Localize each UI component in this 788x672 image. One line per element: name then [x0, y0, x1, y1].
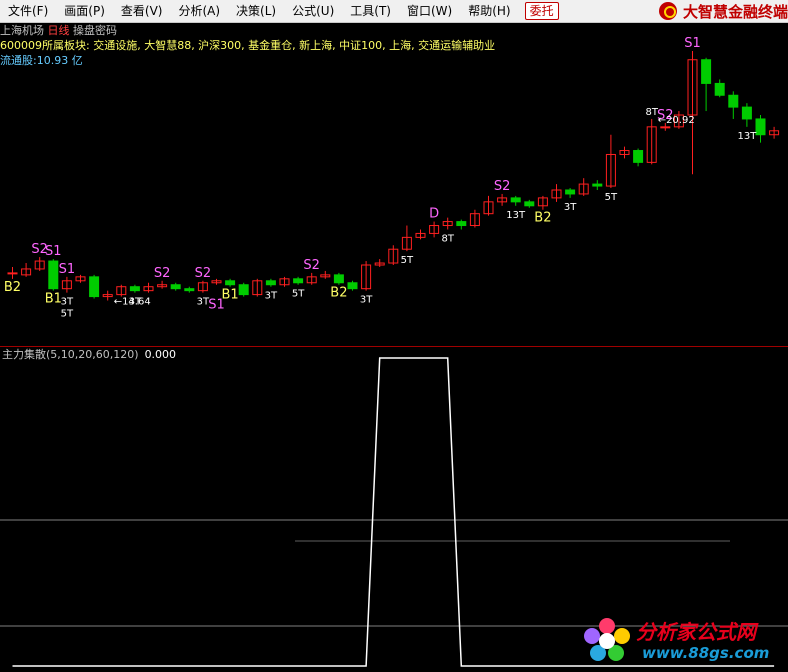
candle-body: [714, 82, 725, 96]
watermark-title: 分析家公式网: [636, 620, 756, 644]
candle-body: [660, 126, 671, 129]
indicator-name: 主力集散: [2, 348, 46, 361]
signal-label: 5T: [401, 255, 414, 266]
signal-label: 3T: [564, 202, 577, 213]
signal-label: 5T: [292, 289, 305, 300]
signal-label: 13T: [737, 131, 757, 142]
candle-body: [89, 276, 100, 298]
candle-body: [565, 189, 576, 195]
indicator-params: (5,10,20,60,120): [46, 348, 139, 361]
candle-body: [510, 197, 521, 203]
candle-body: [347, 282, 358, 290]
menu-item-0[interactable]: 文件(F): [0, 0, 56, 22]
signal-label: B2: [330, 286, 347, 301]
candle-body: [456, 221, 467, 227]
signal-label: S1: [45, 244, 62, 259]
dazhihui-logo-icon: [658, 2, 677, 20]
brand-text: 大智慧金融终端: [682, 2, 788, 21]
menu-item-4[interactable]: 决策(L): [228, 0, 284, 22]
menu-item-8[interactable]: 帮助(H): [460, 0, 518, 22]
signal-label: B1: [45, 292, 62, 307]
signal-label: S1: [684, 36, 701, 51]
candle-body: [633, 150, 644, 163]
candle-body: [592, 183, 603, 187]
signal-label: 3T: [61, 297, 74, 308]
signal-label: 5T: [61, 309, 74, 320]
brand-title: 大智慧金融终端: [658, 0, 788, 22]
candle-body: [225, 280, 236, 286]
signal-label: D: [429, 207, 439, 222]
candle-body: [170, 284, 181, 290]
menu-item-6[interactable]: 工具(T): [342, 0, 399, 22]
price-extreme-label: ←20.92: [658, 115, 695, 126]
candle-body: [7, 272, 18, 275]
signal-label: 5T: [605, 192, 618, 203]
candle-body: [265, 280, 276, 286]
flower-logo-icon: [584, 618, 630, 664]
candle-body: [741, 106, 752, 120]
candle-body: [48, 260, 59, 290]
signal-label: 3T: [360, 295, 373, 306]
signal-label: 8T: [441, 233, 454, 244]
weituo-button[interactable]: 委托: [524, 2, 559, 20]
menu-item-1[interactable]: 画面(P): [56, 0, 113, 22]
watermark-url: www.88gs.com: [642, 644, 770, 662]
signal-label: B1: [221, 288, 238, 303]
candle-body: [293, 278, 304, 284]
signal-label: S1: [59, 262, 76, 277]
candle-body: [728, 94, 739, 108]
candle-body: [701, 59, 712, 84]
candle-body: [755, 118, 766, 136]
watermark: 分析家公式网 www.88gs.com: [582, 610, 782, 668]
signal-label: B2: [534, 211, 551, 226]
indicator-title: 主力集散(5,10,20,60,120) 0.000: [2, 346, 176, 362]
candle-body: [184, 288, 195, 292]
menu-item-7[interactable]: 窗口(W): [399, 0, 460, 22]
candle-body: [129, 286, 140, 292]
signal-label: S2: [494, 179, 511, 194]
indicator-value: 0.000: [144, 348, 177, 361]
signal-label: 3T: [265, 291, 278, 302]
candle-body: [333, 274, 344, 284]
candle-body: [238, 284, 249, 296]
menu-item-3[interactable]: 分析(A): [170, 0, 228, 22]
signal-label: S2: [154, 266, 171, 281]
signal-label: S2: [195, 266, 212, 281]
price-extreme-label: ←14.64: [114, 297, 151, 308]
signal-label: S2: [303, 258, 320, 273]
candle-body: [524, 201, 535, 207]
menu-item-2[interactable]: 查看(V): [113, 0, 171, 22]
menu-item-5[interactable]: 公式(U): [284, 0, 342, 22]
signal-label: B2: [4, 280, 21, 295]
signal-label: 13T: [506, 210, 526, 221]
